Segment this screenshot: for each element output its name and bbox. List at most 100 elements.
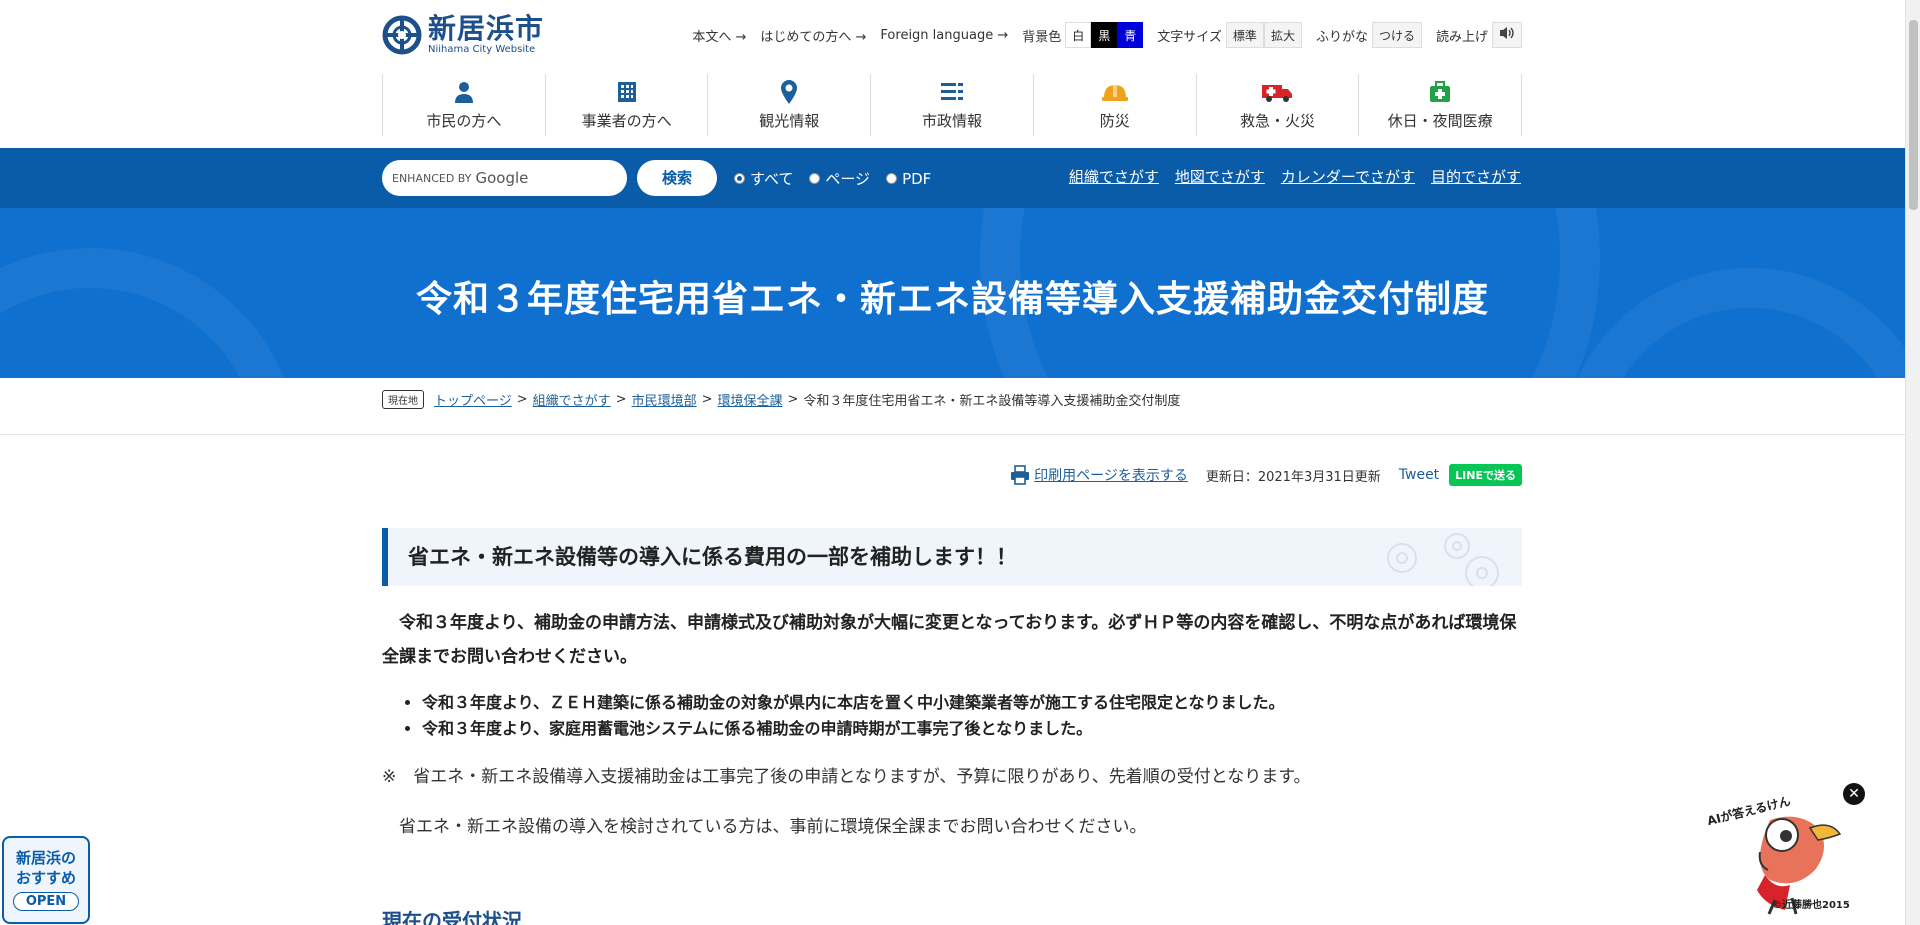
site-subtitle: Niihama City Website [428, 44, 536, 55]
updated-date: 更新日：2021年3月31日更新 [1205, 469, 1381, 485]
radio-dot [734, 173, 745, 184]
search-button[interactable]: 検索 [637, 160, 717, 196]
list-item: 令和３年度より、ＺＥＨ建築に係る補助金の対象が県内に本店を置く中小建築業者等が施… [422, 690, 1285, 716]
google-brand: Google [475, 169, 529, 187]
page-tools: 印刷用ページを表示する 更新日：2021年3月31日更新 Tweet LINEで… [1010, 464, 1522, 486]
gnav-citizens[interactable]: 市民の方へ [382, 74, 545, 136]
background-color-group: 背景色 白 黒 青 [1022, 22, 1144, 48]
background-color-label: 背景色 [1022, 29, 1062, 45]
gnav-tourism[interactable]: 観光情報 [707, 74, 870, 136]
breadcrumb-org-link[interactable]: 組織でさがす [533, 390, 611, 409]
recommend-open-button[interactable]: OPEN [12, 892, 80, 911]
search-scope: すべて ページ PDF [734, 168, 931, 189]
gnav-business[interactable]: 事業者の方へ [544, 74, 708, 136]
gnav-label: 観光情報 [759, 112, 820, 130]
print-link[interactable]: 印刷用ページを表示する [1010, 465, 1188, 485]
close-ai-button[interactable]: ✕ [1843, 783, 1865, 805]
read-aloud-group[interactable]: 読み上げ [1436, 22, 1522, 48]
gnav-emergency[interactable]: 救急・火災 [1195, 74, 1359, 136]
search-by-calendar-link[interactable]: カレンダーでさがす [1281, 166, 1415, 187]
note-paragraph: ※ 省エネ・新エネ設備導入支援補助金は工事完了後の申請となりますが、予算に限りが… [382, 767, 1311, 787]
search-by-purpose-link[interactable]: 目的でさがす [1431, 166, 1521, 187]
list-icon [871, 78, 1033, 106]
font-size-group: 文字サイズ 標準 拡大 [1157, 22, 1302, 48]
breadcrumb-current: 令和３年度住宅用省エネ・新エネ設備等導入支援補助金交付制度 [803, 394, 1181, 409]
breadcrumb-section-link[interactable]: 環境保全課 [718, 390, 783, 409]
bg-blue-button[interactable]: 青 [1117, 22, 1144, 48]
map-pin-icon [708, 78, 870, 106]
radio-dot [886, 173, 898, 184]
search-bar: ENHANCED BY Google 検索 すべて ページ PDF 組織でさがす… [0, 148, 1905, 208]
furigana-group: ふりがな つける [1316, 22, 1422, 48]
font-size-large-button[interactable]: 拡大 [1263, 22, 1302, 48]
change-list: 令和３年度より、ＺＥＨ建築に係る補助金の対象が県内に本店を置く中小建築業者等が施… [422, 690, 1285, 742]
furigana-on-button[interactable]: つける [1371, 22, 1422, 48]
gnav-city-info[interactable]: 市政情報 [870, 74, 1033, 136]
medical-kit-icon [1359, 78, 1521, 106]
tweet-link[interactable]: Tweet [1399, 467, 1439, 483]
gnav-disaster[interactable]: 防災 [1032, 74, 1196, 136]
breadcrumb: 現在地 トップページ > 組織でさがす > 市民環境部 > 環境保全課 > 令和… [382, 390, 1180, 409]
recommend-title-1: 新居浜の [15, 849, 76, 867]
gnav-label: 休日・夜間医療 [1387, 112, 1493, 130]
breadcrumb-separator: > [701, 392, 713, 407]
search-by-map-link[interactable]: 地図でさがす [1175, 166, 1265, 187]
radio-dot [809, 173, 821, 184]
print-label: 印刷用ページを表示する [1034, 468, 1188, 484]
section-heading-text: 省エネ・新エネ設備等の導入に係る費用の一部を補助します！！ [408, 545, 1017, 569]
gnav-label: 市民の方へ [426, 112, 502, 130]
furigana-label: ふりがな [1315, 29, 1368, 45]
ambulance-icon [1197, 78, 1359, 106]
site-logo[interactable]: 新居浜市 Niihama City Website [382, 14, 544, 56]
radio-label: すべて [750, 170, 794, 188]
scope-all-radio[interactable]: すべて [734, 168, 793, 189]
site-name: 新居浜市 [428, 12, 545, 45]
page-title: 令和３年度住宅用省エネ・新エネ設備等導入支援補助金交付制度 [415, 279, 1489, 320]
search-links: 組織でさがす 地図でさがす カレンダーでさがす 目的でさがす [1069, 166, 1521, 187]
building-icon [546, 78, 708, 106]
person-icon [383, 78, 545, 106]
status-heading: 現在の受付状況 [382, 909, 522, 925]
font-size-normal-button[interactable]: 標準 [1225, 22, 1264, 48]
search-input[interactable]: ENHANCED BY Google [382, 160, 627, 196]
search-input-prefix: ENHANCED BY [392, 171, 472, 185]
gnav-medical[interactable]: 休日・夜間医療 [1358, 74, 1523, 136]
helmet-icon [1034, 78, 1196, 106]
title-banner: 令和３年度住宅用省エネ・新エネ設備等導入支援補助金交付制度 [0, 208, 1905, 378]
scrollbar-thumb[interactable] [1909, 20, 1918, 210]
read-aloud-label: 読み上げ [1435, 29, 1488, 45]
ai-copyright: ©近藤勝也2015 [1772, 900, 1850, 911]
first-visit-link[interactable]: はじめての方へ → [760, 26, 866, 45]
breadcrumb-separator: > [787, 392, 799, 407]
scope-page-radio[interactable]: ページ [809, 168, 870, 189]
bg-white-button[interactable]: 白 [1065, 22, 1092, 48]
speaker-icon[interactable] [1492, 22, 1522, 48]
gnav-label: 防災 [1099, 112, 1130, 130]
gnav-label: 市政情報 [922, 112, 983, 130]
flower-decoration-icon [1387, 533, 1499, 586]
recommend-widget[interactable]: 新居浜の おすすめ OPEN [2, 836, 90, 924]
utility-bar: 本文へ → はじめての方へ → Foreign language → 背景色 白… [692, 22, 1522, 48]
printer-icon [1011, 465, 1030, 485]
gnav-label: 事業者の方へ [581, 112, 672, 130]
breadcrumb-dept-link[interactable]: 市民環境部 [632, 390, 697, 409]
current-location-badge: 現在地 [382, 390, 424, 409]
breadcrumb-separator: > [615, 392, 627, 407]
intro-paragraph: 令和３年度より、補助金の申請方法、申請様式及び補助対象が大幅に変更となっておりま… [382, 613, 1517, 667]
section-heading: 省エネ・新エネ設備等の導入に係る費用の一部を補助します！！ [382, 528, 1522, 586]
radio-label: ページ [825, 170, 871, 188]
page-scrollbar[interactable] [1905, 0, 1920, 925]
breadcrumb-separator: > [516, 392, 528, 407]
breadcrumb-top-link[interactable]: トップページ [434, 390, 512, 409]
line-share-button[interactable]: LINEで送る [1449, 464, 1522, 486]
search-by-org-link[interactable]: 組織でさがす [1069, 166, 1159, 187]
font-size-label: 文字サイズ [1157, 29, 1222, 45]
gnav-label: 救急・火災 [1239, 112, 1315, 130]
list-item: 令和３年度より、家庭用蓄電池システムに係る補助金の申請時期が工事完了後となりまし… [422, 716, 1285, 742]
skip-to-content-link[interactable]: 本文へ → [692, 26, 746, 45]
foreign-language-link[interactable]: Foreign language → [880, 28, 1008, 43]
city-emblem-icon [382, 15, 422, 55]
scope-pdf-radio[interactable]: PDF [886, 168, 931, 189]
bg-black-button[interactable]: 黒 [1091, 22, 1118, 48]
global-nav: 市民の方へ 事業者の方へ 観光情報 市政情報 防災 救急・火災 休日・夜間医療 [382, 74, 1523, 136]
